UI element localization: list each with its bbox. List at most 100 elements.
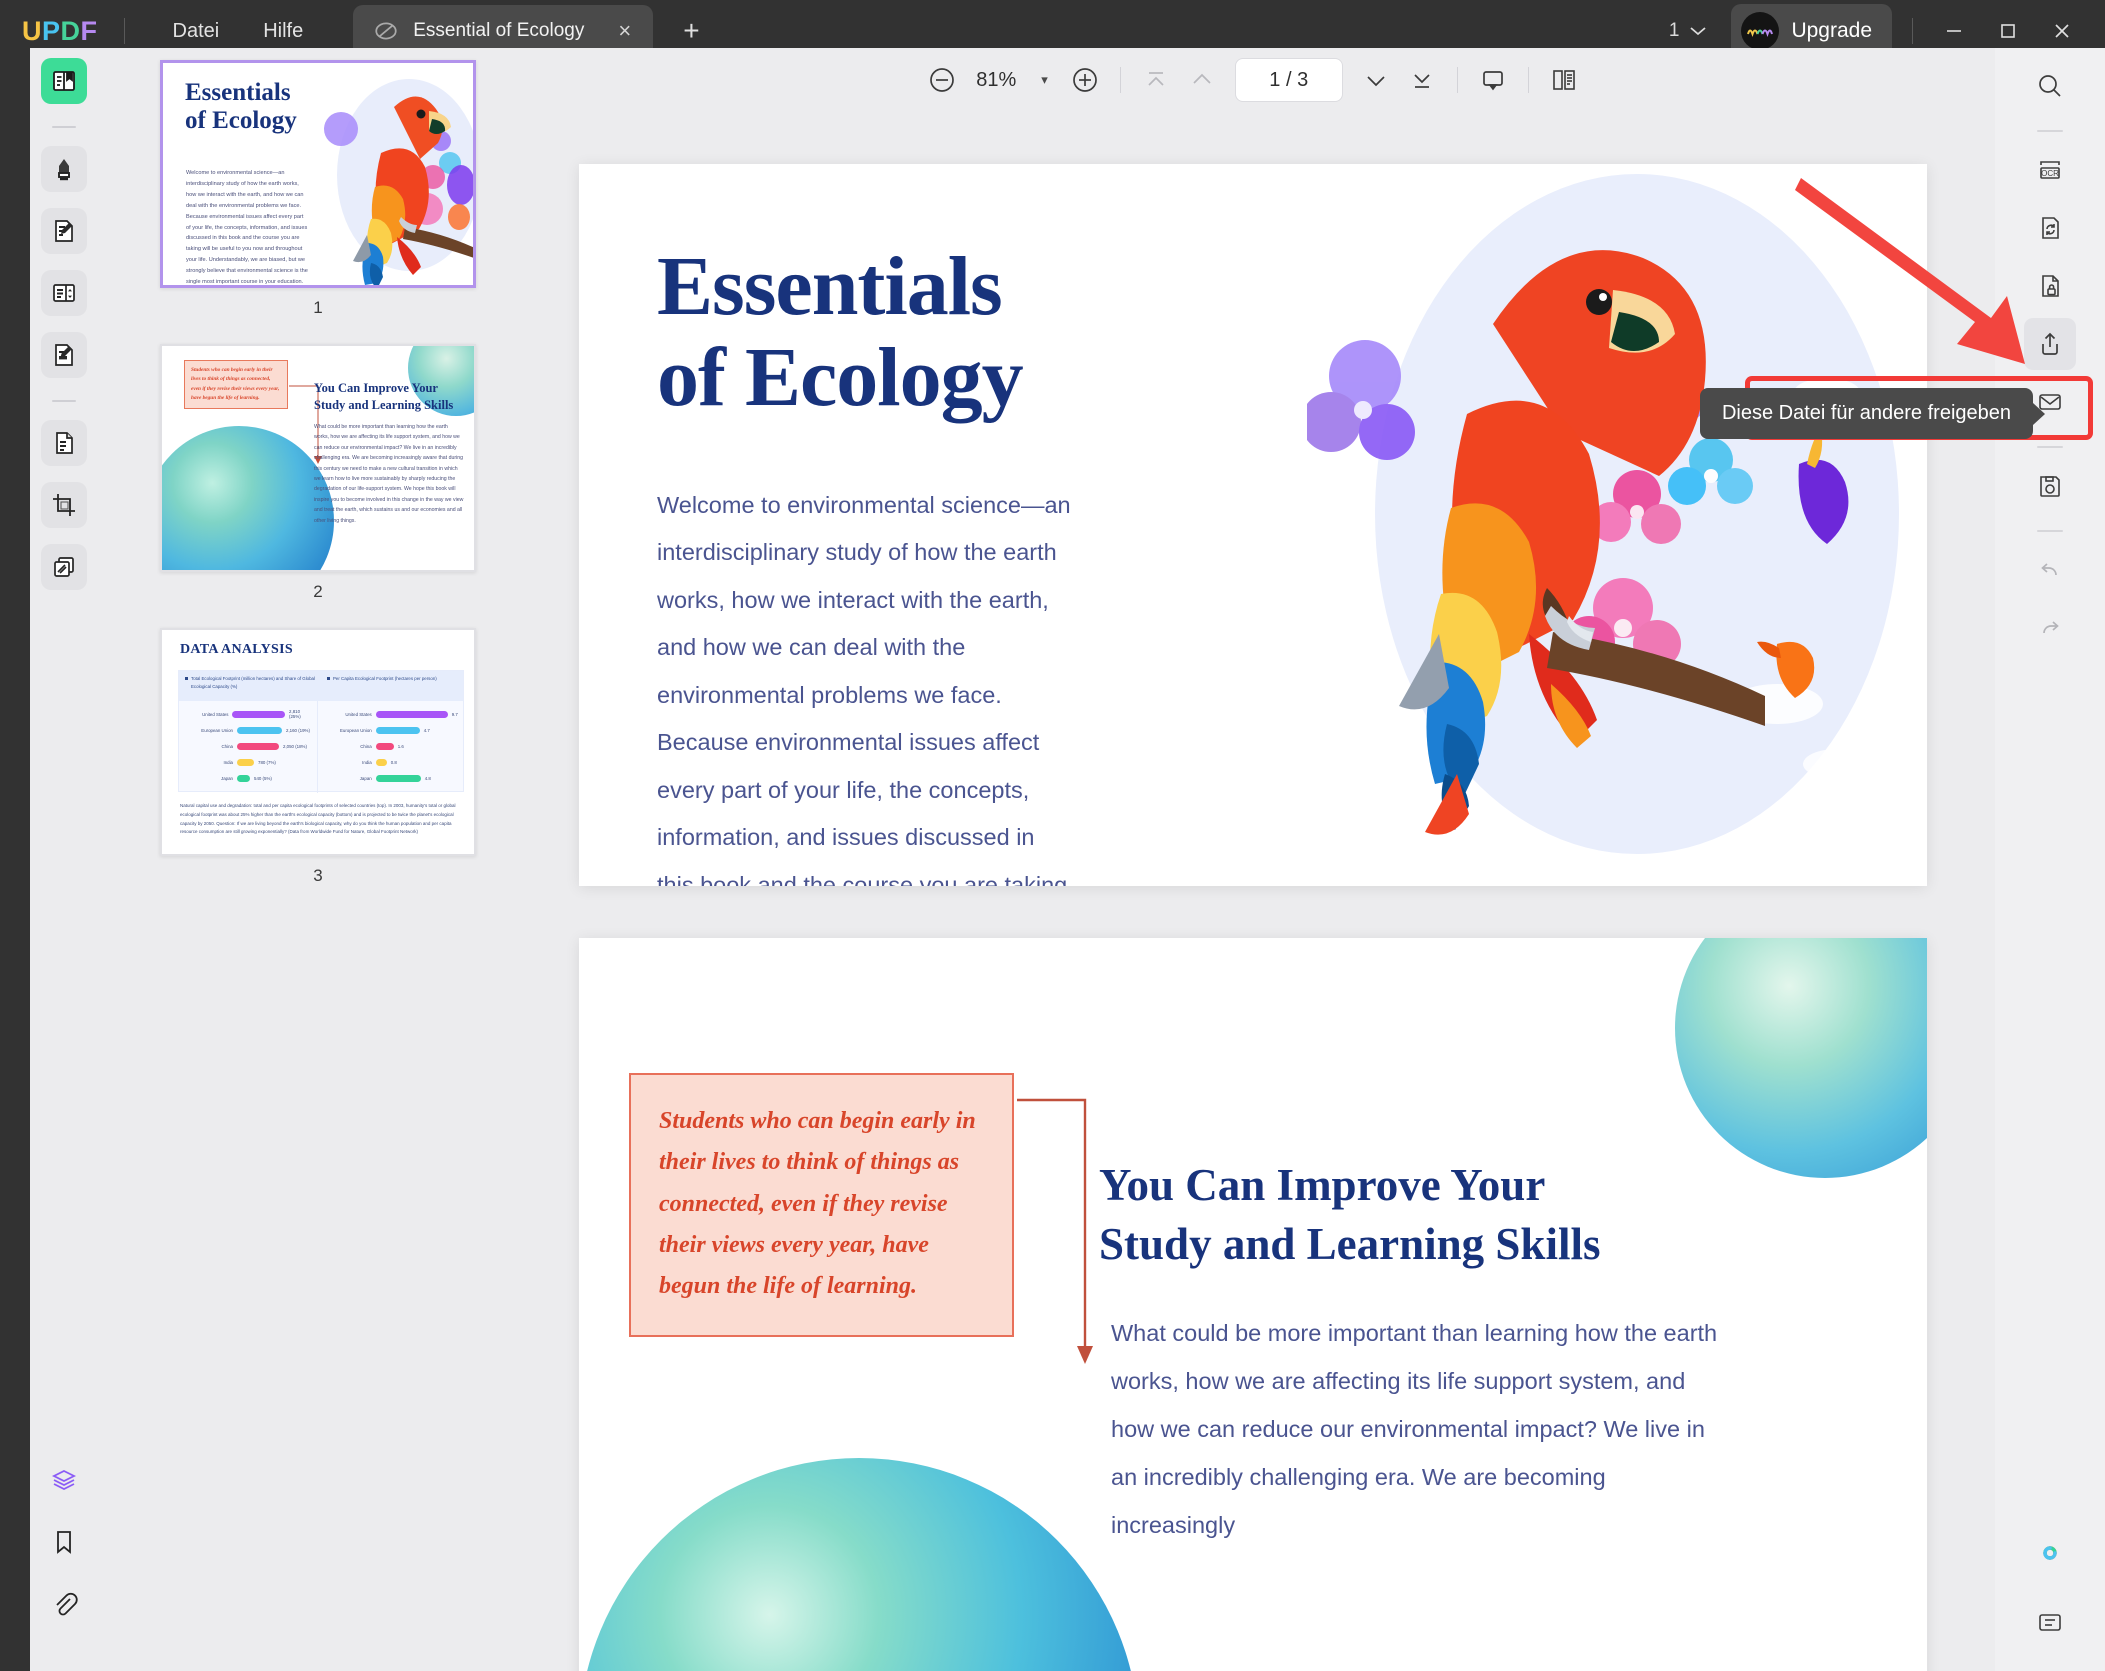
sidebar-item-organize-pages[interactable]	[41, 270, 87, 316]
chart-row: India780 (7%)	[185, 754, 311, 770]
search-button[interactable]	[2024, 60, 2076, 112]
thumb1-title: Essentialsof Ecology	[185, 79, 297, 135]
sidebar-item-edit-pdf[interactable]	[41, 208, 87, 254]
protect-button[interactable]	[2024, 260, 2076, 312]
thumbnail-page-3[interactable]: DATA ANALYSIS Total Ecological Footprint…	[160, 628, 476, 856]
window-count-selector[interactable]: 1	[1657, 14, 1720, 48]
thumbnail-page-1[interactable]: Essentialsof Ecology Welcome to environm…	[160, 60, 476, 288]
new-tab-icon[interactable]: +	[673, 15, 709, 47]
thumbnail-item-2[interactable]: Students who can begin early in their li…	[98, 344, 538, 622]
prev-page-button[interactable]	[1179, 57, 1225, 103]
save-as-button[interactable]	[2024, 460, 2076, 512]
minimize-button[interactable]	[1927, 9, 1981, 53]
chart-val: 2,810 (25%)	[289, 709, 311, 719]
minimize-icon	[1944, 21, 1964, 41]
upgrade-badge-icon	[1741, 12, 1779, 50]
prev-page-icon	[1188, 66, 1216, 94]
zoom-out-icon	[927, 65, 957, 95]
chart-bar	[237, 759, 254, 766]
chart-bar	[232, 711, 285, 718]
layers-icon	[50, 1466, 78, 1494]
page1-title-line2: of Ecology	[657, 331, 1023, 424]
sidebar-item-crop[interactable]	[41, 482, 87, 528]
page-layout-button[interactable]	[1541, 57, 1587, 103]
zoom-in-button[interactable]	[1062, 57, 1108, 103]
zoom-level-value[interactable]: 81%	[965, 69, 1027, 92]
first-page-button[interactable]	[1133, 57, 1179, 103]
highlighter-pen-icon	[50, 155, 78, 183]
chart-val: 0.8	[391, 760, 397, 765]
menu-hilfe[interactable]: Hilfe	[241, 12, 325, 51]
thumbnail-item-3[interactable]: DATA ANALYSIS Total Ecological Footprint…	[98, 628, 538, 906]
last-page-icon	[1408, 66, 1436, 94]
right-rail-bottom	[2024, 1527, 2076, 1671]
thumb3-legend-left: Total Ecological Footprint (million hect…	[179, 671, 321, 701]
chart-bar	[376, 775, 421, 782]
chart-bar	[237, 743, 279, 750]
page2-heading: You Can Improve Your Study and Learning …	[1099, 1156, 1719, 1275]
sidebar-item-convert[interactable]	[41, 420, 87, 466]
rail-divider-1	[52, 126, 76, 128]
sidebar-item-fill-sign[interactable]	[41, 332, 87, 378]
legend-marker-left	[185, 677, 188, 680]
left-rail-bottom	[41, 1457, 87, 1671]
thumbnail-page-2[interactable]: Students who can begin early in their li…	[160, 344, 476, 572]
thumbnail-panel[interactable]: Essentialsof Ecology Welcome to environm…	[98, 48, 538, 1671]
chart-val: 4.7	[424, 728, 430, 733]
chart-row: India 0.8	[324, 754, 458, 770]
chat-button[interactable]	[2024, 1597, 2076, 1649]
window-count-value: 1	[1669, 20, 1680, 42]
document-edit-icon	[50, 217, 78, 245]
thumb3-legend-left-text: Total Ecological Footprint (million hect…	[191, 675, 315, 697]
ai-assistant-button[interactable]	[2024, 1527, 2076, 1579]
sidebar-item-layers[interactable]	[41, 1457, 87, 1503]
next-page-button[interactable]	[1353, 57, 1399, 103]
chart-row: European Union2,160 (19%)	[185, 722, 311, 738]
thumb3-chart-left: United States2,810 (25%) European Union2…	[179, 701, 318, 793]
viewer-toolbar: 81% ▾ 1 / 3	[538, 48, 1968, 112]
left-tool-rail	[30, 48, 98, 1671]
last-page-button[interactable]	[1399, 57, 1445, 103]
chart-row: Japan4.8	[324, 770, 458, 786]
sidebar-item-batch[interactable]	[41, 544, 87, 590]
maximize-icon	[1998, 21, 2018, 41]
page2-heading-line2: Study and Learning Skills	[1099, 1219, 1600, 1269]
ocr-button[interactable]: OCR	[2024, 144, 2076, 196]
toolbar-divider-2	[1457, 67, 1458, 93]
tab-close-icon[interactable]: ×	[612, 18, 637, 44]
document-page-1[interactable]: Essentials of Ecology Welcome to environ…	[579, 164, 1927, 886]
share-button[interactable]	[2024, 318, 2076, 370]
chart-cat: India	[324, 760, 372, 765]
page2-heading-line1: You Can Improve Your	[1099, 1160, 1545, 1210]
titlebar-divider	[124, 18, 125, 44]
chart-cat: China	[324, 744, 372, 749]
toolbar-divider-3	[1528, 67, 1529, 93]
zoom-out-button[interactable]	[919, 57, 965, 103]
sidebar-item-annotate[interactable]	[41, 146, 87, 192]
undo-button[interactable]	[2024, 544, 2076, 596]
chart-cat: India	[185, 760, 233, 765]
thumb1-body: Welcome to environmental science—an inte…	[186, 168, 308, 288]
zoom-dropdown-icon[interactable]: ▾	[1027, 72, 1062, 88]
menu-datei[interactable]: Datei	[151, 12, 242, 51]
presentation-button[interactable]	[1470, 57, 1516, 103]
thumb2-heading: You Can Improve Your Study and Learning …	[314, 380, 462, 413]
document-page-2[interactable]: Students who can begin early in their li…	[579, 938, 1927, 1671]
bookmark-icon	[50, 1528, 78, 1556]
close-window-button[interactable]	[2035, 9, 2089, 53]
page2-globe-large	[579, 1458, 1139, 1671]
sidebar-item-reader[interactable]	[41, 58, 87, 104]
chart-row: Japan540 (5%)	[185, 770, 311, 786]
sidebar-item-bookmarks[interactable]	[41, 1519, 87, 1565]
maximize-button[interactable]	[1981, 9, 2035, 53]
thumbnail-item-1[interactable]: Essentialsof Ecology Welcome to environm…	[98, 60, 538, 338]
page-scroll-area[interactable]: Essentials of Ecology Welcome to environ…	[538, 112, 1968, 1671]
redo-button[interactable]	[2024, 602, 2076, 654]
window-controls-divider	[1912, 18, 1913, 44]
chart-bar	[376, 743, 394, 750]
sidebar-item-attachments[interactable]	[41, 1581, 87, 1627]
page-indicator-input[interactable]: 1 / 3	[1235, 58, 1343, 102]
thumb1-macaw-artwork	[309, 67, 476, 288]
convert-button[interactable]	[2024, 202, 2076, 254]
chart-row: European Union4.7	[324, 722, 458, 738]
